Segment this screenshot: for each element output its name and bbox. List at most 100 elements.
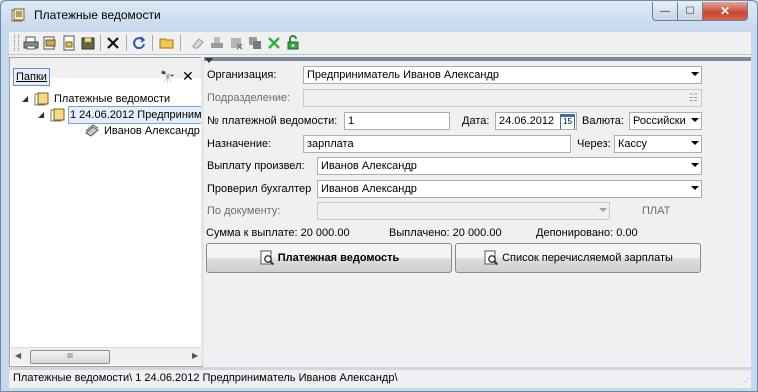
unlock-icon <box>287 35 299 50</box>
deposited-amount: Депонировано: 0.00 <box>536 227 638 239</box>
status-bar: Платежные ведомости\ 1 24.06.2012 Предпр… <box>9 369 751 388</box>
paid-by-value: Иванов Александр <box>321 160 417 172</box>
number-label: № платежной ведомости: <box>207 115 338 127</box>
chevron-down-icon <box>599 208 607 212</box>
salary-list-label: Список перечисляемой зарплаты <box>502 252 673 264</box>
minimize-button[interactable]: — <box>652 2 678 21</box>
chevron-down-icon[interactable] <box>691 118 699 122</box>
form-header-bar <box>204 57 751 63</box>
close-icon: ✕ <box>182 68 194 84</box>
export-icon <box>63 35 75 51</box>
unlock-button[interactable] <box>285 35 301 51</box>
payment-statement-label: Платежная ведомость <box>277 252 400 264</box>
scroll-left-icon[interactable]: ◀ <box>15 351 21 360</box>
maximize-icon: ☐ <box>685 5 695 17</box>
number-field[interactable]: 1 <box>344 112 450 130</box>
delete-record-button[interactable] <box>228 35 244 51</box>
tab-folders[interactable]: Папки <box>13 68 50 86</box>
via-label: Через: <box>577 138 611 150</box>
purpose-field[interactable]: зарплата <box>303 135 571 153</box>
tree-expand-icon[interactable]: ◢ <box>22 91 32 107</box>
scroll-right-icon[interactable]: ▶ <box>192 351 198 360</box>
payment-statement-button[interactable]: Платежная ведомость <box>206 243 452 273</box>
copy-icon <box>249 37 261 49</box>
cancel-button[interactable] <box>266 35 282 51</box>
document-icon <box>50 108 65 122</box>
cancel-icon <box>268 37 280 49</box>
paid-amount: Выплачено: 20 000.00 <box>389 227 502 239</box>
folders-pane: Папки 🔭 ✕ ◢ Платежные ведомости ◢ 1 24.0… <box>9 57 205 367</box>
resize-grip-icon[interactable]: ⋰ <box>741 377 749 386</box>
eraser-icon <box>192 38 204 49</box>
folder-icon <box>34 92 49 106</box>
print-button[interactable] <box>23 35 39 51</box>
money-icon <box>85 124 99 137</box>
salary-list-button[interactable]: Список перечисляемой зарплаты <box>455 243 701 273</box>
calendar-icon[interactable]: 15 <box>560 114 575 129</box>
sum-to-pay: Сумма к выплате: 20 000.00 <box>206 227 350 239</box>
collapse-icon[interactable] <box>205 58 213 63</box>
date-label: Дата: <box>462 115 490 127</box>
tree-label: Иванов Александр <box>104 125 200 137</box>
currency-value: Российски <box>633 115 686 127</box>
print-icon <box>23 36 39 50</box>
document-combo <box>317 202 610 220</box>
maximize-button[interactable]: ☐ <box>677 2 703 21</box>
tree-expand-icon[interactable]: ◢ <box>38 107 48 123</box>
chevron-down-icon[interactable] <box>691 72 699 76</box>
stamp-button[interactable] <box>209 35 225 51</box>
toolbar-grip[interactable] <box>14 35 19 51</box>
client-area: Папки 🔭 ✕ ◢ Платежные ведомости ◢ 1 24.0… <box>9 55 751 367</box>
refresh-icon <box>133 36 146 50</box>
division-label: Подразделение: <box>207 92 291 104</box>
app-icon <box>11 8 25 22</box>
export-button[interactable] <box>61 35 77 51</box>
checked-by-combo[interactable]: Иванов Александр <box>317 180 702 198</box>
currency-combo[interactable]: Российски <box>629 112 702 130</box>
tree-label: Платежные ведомости <box>54 93 171 105</box>
document-label: По документу: <box>207 205 281 217</box>
chevron-down-icon[interactable] <box>691 186 699 190</box>
refresh-button[interactable] <box>131 35 147 51</box>
stamp-icon <box>211 37 223 48</box>
save-button[interactable] <box>80 35 96 51</box>
tree-label-selected: 1 24.06.2012 Предпринимате <box>68 106 205 124</box>
delete-icon <box>107 37 119 49</box>
open-folder-button[interactable] <box>159 35 175 51</box>
open-folder-icon <box>159 38 174 49</box>
report-icon <box>484 250 499 266</box>
division-field: ☷ <box>303 89 702 107</box>
title-bar[interactable]: Платежные ведомости — ☐ ✕ <box>1 1 757 29</box>
currency-label: Валюта: <box>582 115 624 127</box>
toolbar <box>9 32 751 55</box>
statement-form: Организация: Предприниматель Иванов Алек… <box>204 57 751 365</box>
horizontal-scrollbar[interactable]: ◀ III ▶ <box>11 347 201 365</box>
chevron-down-icon[interactable] <box>691 141 699 145</box>
org-combo[interactable]: Предприниматель Иванов Александр <box>303 66 702 84</box>
minimize-icon: — <box>660 5 670 17</box>
scroll-thumb[interactable]: III <box>30 350 110 364</box>
list-icon: ☷ <box>689 93 698 104</box>
close-pane-button[interactable]: ✕ <box>182 68 194 85</box>
copy-button[interactable] <box>247 35 263 51</box>
doc-type-label: ПЛАТ <box>642 205 671 217</box>
print-preview-button[interactable] <box>42 35 58 51</box>
save-icon <box>81 37 95 50</box>
chevron-down-icon[interactable] <box>691 163 699 167</box>
paid-by-combo[interactable]: Иванов Александр <box>317 157 702 175</box>
close-button[interactable]: ✕ <box>702 2 748 21</box>
date-field[interactable]: 24.06.2012 15 <box>495 112 577 130</box>
delete-button[interactable] <box>105 35 121 51</box>
window-title: Платежные ведомости <box>34 8 161 22</box>
close-icon: ✕ <box>719 4 731 18</box>
org-label: Организация: <box>207 69 277 81</box>
via-combo[interactable]: Кассу <box>614 135 702 153</box>
eraser-button[interactable] <box>190 35 206 51</box>
binoculars-icon[interactable]: 🔭 <box>160 70 175 84</box>
checked-by-label: Проверил бухгалтер <box>207 183 312 195</box>
report-icon <box>260 250 274 266</box>
print-preview-icon <box>43 36 56 50</box>
org-value: Предприниматель Иванов Александр <box>307 69 499 81</box>
via-value: Кассу <box>618 138 648 150</box>
purpose-value: зарплата <box>307 138 354 150</box>
